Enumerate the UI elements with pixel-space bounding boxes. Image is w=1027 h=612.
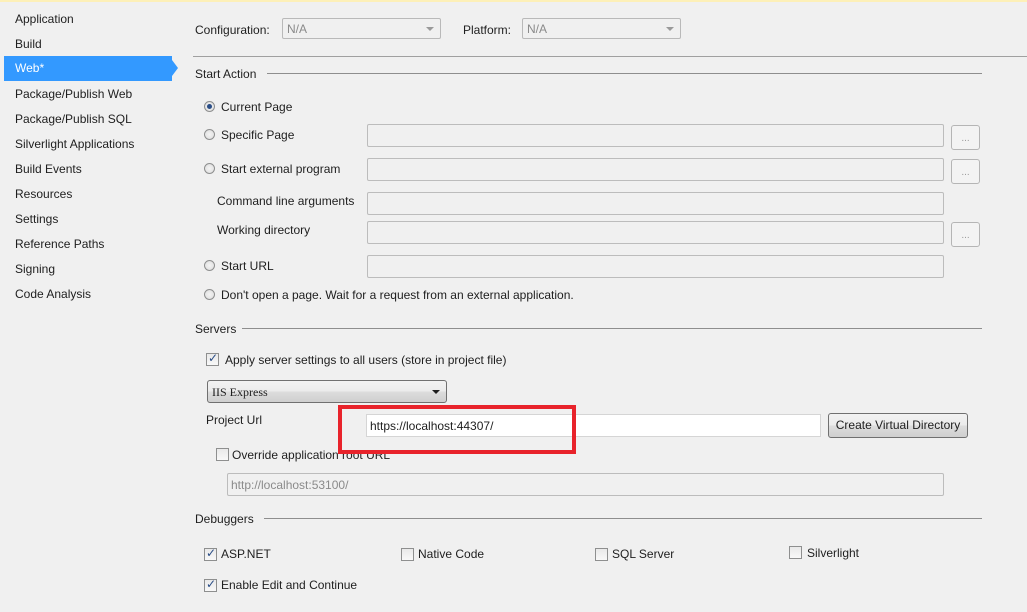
aspnet-label[interactable]: ASP.NET [221, 547, 271, 561]
working-directory-label: Working directory [217, 223, 311, 237]
override-root-url-input[interactable]: http://localhost:53100/ [227, 473, 944, 496]
override-root-url-value: http://localhost:53100/ [231, 478, 349, 492]
platform-value: N/A [527, 22, 548, 36]
section-rule [242, 328, 982, 329]
native-code-label[interactable]: Native Code [418, 547, 484, 561]
command-line-arguments-label: Command line arguments [217, 194, 355, 208]
current-page-radio[interactable] [204, 101, 215, 112]
debuggers-heading: Debuggers [195, 512, 254, 526]
chevron-down-icon [426, 27, 434, 31]
specific-page-input[interactable] [367, 124, 944, 147]
sql-server-label[interactable]: SQL Server [612, 547, 674, 561]
silverlight-checkbox[interactable] [789, 546, 802, 559]
edit-and-continue-label[interactable]: Enable Edit and Continue [221, 578, 357, 592]
section-rule [267, 73, 982, 74]
sidebar-item-code-analysis[interactable]: Code Analysis [15, 283, 91, 305]
native-code-checkbox[interactable] [401, 548, 414, 561]
platform-label: Platform: [463, 23, 512, 37]
aspnet-checkbox[interactable] [204, 546, 217, 561]
configuration-dropdown[interactable]: N/A [282, 18, 441, 39]
current-page-label[interactable]: Current Page [221, 100, 292, 114]
section-rule [264, 518, 982, 519]
silverlight-label[interactable]: Silverlight [807, 546, 859, 560]
sidebar-item-reference-paths[interactable]: Reference Paths [15, 233, 104, 255]
start-url-input[interactable] [367, 255, 944, 278]
servers-heading: Servers [195, 322, 237, 336]
highlight-annotation-box [338, 405, 576, 454]
dont-open-page-radio[interactable] [204, 289, 215, 300]
external-program-browse-button[interactable]: ... [951, 159, 980, 184]
apply-all-users-label[interactable]: Apply server settings to all users (stor… [225, 353, 506, 367]
sidebar-item-package-publish-sql[interactable]: Package/Publish SQL [15, 108, 132, 130]
sidebar-item-signing[interactable]: Signing [15, 258, 55, 280]
sql-server-checkbox[interactable] [595, 548, 608, 561]
sidebar-item-web-label[interactable]: Web* [15, 57, 44, 79]
command-line-arguments-input[interactable] [367, 192, 944, 215]
configuration-label: Configuration: [195, 23, 270, 37]
start-action-heading: Start Action [195, 67, 257, 81]
chevron-down-icon [432, 390, 440, 394]
start-external-program-label[interactable]: Start external program [221, 162, 340, 176]
start-url-label[interactable]: Start URL [221, 259, 274, 273]
dont-open-page-label[interactable]: Don't open a page. Wait for a request fr… [221, 288, 574, 302]
top-border [0, 0, 1027, 2]
start-url-radio[interactable] [204, 260, 215, 271]
divider [193, 56, 1027, 57]
server-type-value: IIS Express [212, 385, 268, 399]
specific-page-browse-button[interactable]: ... [951, 125, 980, 150]
sidebar-item-silverlight-applications[interactable]: Silverlight Applications [15, 133, 134, 155]
chevron-down-icon [666, 27, 674, 31]
working-directory-browse-button[interactable]: ... [951, 222, 980, 247]
specific-page-label[interactable]: Specific Page [221, 128, 294, 142]
external-program-input[interactable] [367, 158, 944, 181]
sidebar-item-build[interactable]: Build [15, 33, 42, 55]
sidebar-item-package-publish-web[interactable]: Package/Publish Web [15, 83, 132, 105]
override-root-url-checkbox[interactable] [216, 448, 229, 461]
sidebar-item-application[interactable]: Application [15, 8, 74, 30]
sidebar-item-build-events[interactable]: Build Events [15, 158, 82, 180]
working-directory-input[interactable] [367, 221, 944, 244]
sidebar-item-resources[interactable]: Resources [15, 183, 72, 205]
create-virtual-directory-button[interactable]: Create Virtual Directory [828, 413, 968, 438]
edit-and-continue-checkbox[interactable] [204, 577, 217, 592]
configuration-value: N/A [287, 22, 308, 36]
server-type-dropdown[interactable]: IIS Express [207, 380, 447, 403]
project-url-label: Project Url [206, 413, 263, 427]
active-indicator-arrow [172, 60, 178, 76]
platform-dropdown[interactable]: N/A [522, 18, 681, 39]
sidebar-item-settings[interactable]: Settings [15, 208, 58, 230]
specific-page-radio[interactable] [204, 129, 215, 140]
start-external-program-radio[interactable] [204, 163, 215, 174]
apply-all-users-checkbox[interactable] [206, 351, 219, 366]
